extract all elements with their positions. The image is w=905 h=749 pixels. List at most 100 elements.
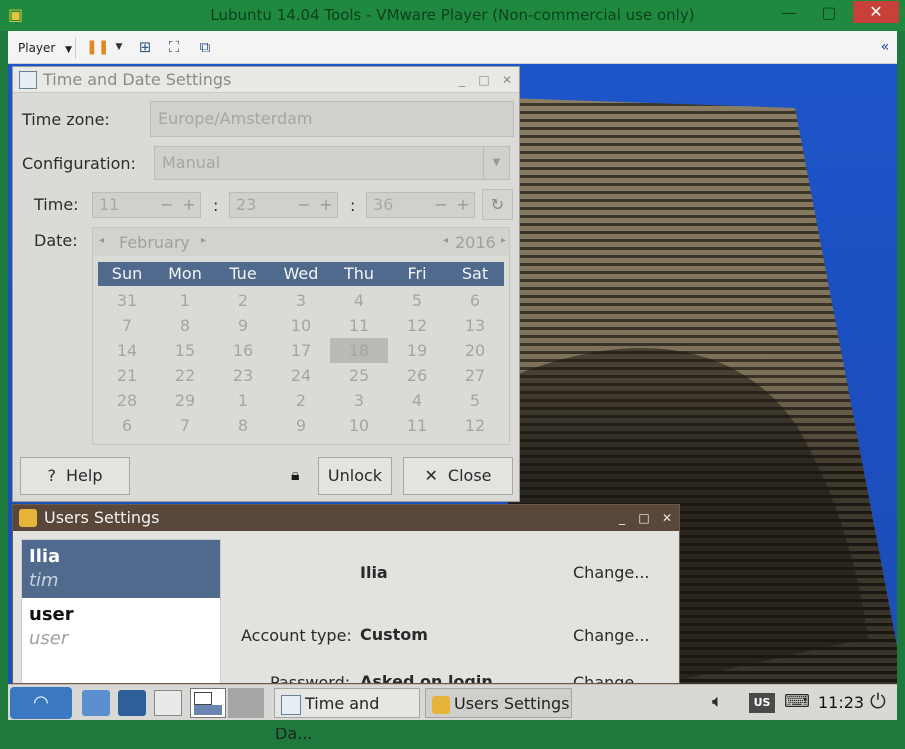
next-year-icon[interactable]: ▸ <box>501 235 506 246</box>
calendar-day[interactable]: 10 <box>330 413 388 438</box>
collapse-toolbar-icon[interactable]: « <box>874 37 896 57</box>
volume-icon[interactable]: 🔈︎ <box>712 691 723 712</box>
users-titlebar[interactable]: Users Settings _ □ ✕ <box>13 505 679 531</box>
terminal-icon[interactable] <box>154 690 182 716</box>
calendar-day[interactable]: 2 <box>214 288 272 313</box>
workspace-2[interactable] <box>228 688 264 718</box>
change-account-type-button[interactable]: Change... <box>573 626 650 645</box>
user-list-item[interactable]: user user <box>22 598 220 656</box>
calendar-day[interactable]: 21 <box>98 363 156 388</box>
calendar-day[interactable]: 29 <box>156 388 214 413</box>
calendar-day[interactable]: 2 <box>272 388 330 413</box>
calendar-day[interactable]: 23 <box>214 363 272 388</box>
calendar-day[interactable]: 11 <box>388 413 446 438</box>
close-icon[interactable]: ✕ <box>853 1 899 23</box>
chevron-down-icon[interactable]: ▼ <box>108 37 130 57</box>
plus-icon[interactable]: + <box>452 193 474 217</box>
minus-icon[interactable]: − <box>156 193 178 217</box>
fullscreen-icon[interactable]: ⛶ <box>163 37 185 57</box>
calendar-day[interactable]: 3 <box>330 388 388 413</box>
minimize-icon[interactable]: _ <box>613 509 631 527</box>
calendar-day[interactable]: 13 <box>446 313 504 338</box>
start-menu-icon[interactable]: ◠ <box>10 687 72 719</box>
minimize-icon[interactable]: _ <box>453 71 471 89</box>
calendar-day[interactable]: 4 <box>330 288 388 313</box>
send-ctrl-alt-del-icon[interactable]: ⊞ <box>134 37 156 57</box>
network-icon[interactable] <box>118 690 146 716</box>
seconds-spinner[interactable]: 36 − + <box>366 192 475 218</box>
next-month-icon[interactable]: ▸ <box>201 235 206 246</box>
calendar-day[interactable]: 8 <box>214 413 272 438</box>
help-button[interactable]: ? Help <box>20 457 130 495</box>
task-time-date[interactable]: Time and Da... <box>274 688 420 743</box>
minus-icon[interactable]: − <box>293 193 315 217</box>
workspace-1[interactable] <box>190 688 226 718</box>
calendar-day[interactable]: 27 <box>446 363 504 388</box>
calendar-day[interactable]: 26 <box>388 363 446 388</box>
user-list-item[interactable]: Ilia tim <box>22 540 220 598</box>
plus-icon[interactable]: + <box>315 193 337 217</box>
calendar-day[interactable]: 3 <box>272 288 330 313</box>
change-name-button[interactable]: Change... <box>573 563 650 582</box>
calendar-day[interactable]: 22 <box>156 363 214 388</box>
calendar-day[interactable]: 10 <box>272 313 330 338</box>
calendar-day[interactable]: 7 <box>156 413 214 438</box>
calendar-day[interactable]: 11 <box>330 313 388 338</box>
calendar-day[interactable]: 9 <box>214 313 272 338</box>
minimize-icon[interactable]: — <box>772 2 806 24</box>
user-login: tim <box>29 570 59 591</box>
calendar-day[interactable]: 20 <box>446 338 504 363</box>
maximize-icon[interactable]: ▢ <box>812 2 846 24</box>
power-icon[interactable]: ⏻ <box>870 689 886 713</box>
calendar-day[interactable]: 6 <box>98 413 156 438</box>
calendar-day[interactable]: 12 <box>446 413 504 438</box>
calendar-day[interactable]: 31 <box>98 288 156 313</box>
toolbar-divider <box>75 37 76 59</box>
close-icon[interactable]: ✕ <box>658 509 676 527</box>
keyboard-icon[interactable]: ⌨ <box>784 691 810 712</box>
maximize-icon[interactable]: □ <box>475 71 493 89</box>
minus-icon[interactable]: − <box>430 193 452 217</box>
clock[interactable]: 11:23 <box>818 693 864 712</box>
calendar-day[interactable]: 15 <box>156 338 214 363</box>
prev-year-icon[interactable]: ◂ <box>443 235 448 246</box>
calendar-day[interactable]: 28 <box>98 388 156 413</box>
timezone-field[interactable]: Europe/Amsterdam <box>150 101 514 137</box>
calendar-day[interactable]: 16 <box>214 338 272 363</box>
calendar-day[interactable]: 24 <box>272 363 330 388</box>
prev-month-icon[interactable]: ◂ <box>99 235 104 246</box>
close-icon[interactable]: ✕ <box>498 71 516 89</box>
calendar-day[interactable]: 1 <box>156 288 214 313</box>
configuration-select[interactable]: Manual ▼ <box>154 146 510 180</box>
calendar-day[interactable]: 5 <box>446 388 504 413</box>
unity-icon[interactable]: ⧉ <box>194 37 216 57</box>
refresh-icon[interactable]: ↻ <box>482 189 513 220</box>
close-button[interactable]: ✕ Close <box>403 457 513 495</box>
time-date-titlebar[interactable]: Time and Date Settings _ □ ✕ <box>13 67 519 93</box>
pause-icon[interactable]: ❚❚ <box>86 37 109 57</box>
calendar-day[interactable]: 5 <box>388 288 446 313</box>
calendar-day[interactable]: 17 <box>272 338 330 363</box>
calendar-day[interactable]: 7 <box>98 313 156 338</box>
minutes-spinner[interactable]: 23 − + <box>229 192 338 218</box>
calendar-day[interactable]: 14 <box>98 338 156 363</box>
plus-icon[interactable]: + <box>178 193 200 217</box>
calendar-day[interactable]: 6 <box>446 288 504 313</box>
task-users-settings[interactable]: Users Settings <box>425 688 572 718</box>
maximize-icon[interactable]: □ <box>635 509 653 527</box>
calendar-day[interactable]: 19 <box>388 338 446 363</box>
file-manager-icon[interactable] <box>82 690 110 716</box>
calendar-day[interactable]: 25 <box>330 363 388 388</box>
keyboard-layout-indicator[interactable]: US <box>749 693 775 713</box>
calendar-day[interactable]: 12 <box>388 313 446 338</box>
player-menu-button[interactable]: Player ▼ <box>18 38 72 58</box>
calendar-header: ◂ February ▸ ◂ 2016 ▸ <box>93 228 509 256</box>
calendar-day[interactable]: 4 <box>388 388 446 413</box>
calendar-day[interactable]: 8 <box>156 313 214 338</box>
change-password-button[interactable]: Change... <box>573 673 650 683</box>
calendar-day[interactable]: 18 <box>330 338 388 363</box>
calendar-day[interactable]: 9 <box>272 413 330 438</box>
calendar-day[interactable]: 1 <box>214 388 272 413</box>
hours-spinner[interactable]: 11 − + <box>92 192 201 218</box>
unlock-button[interactable]: Unlock <box>318 457 392 495</box>
